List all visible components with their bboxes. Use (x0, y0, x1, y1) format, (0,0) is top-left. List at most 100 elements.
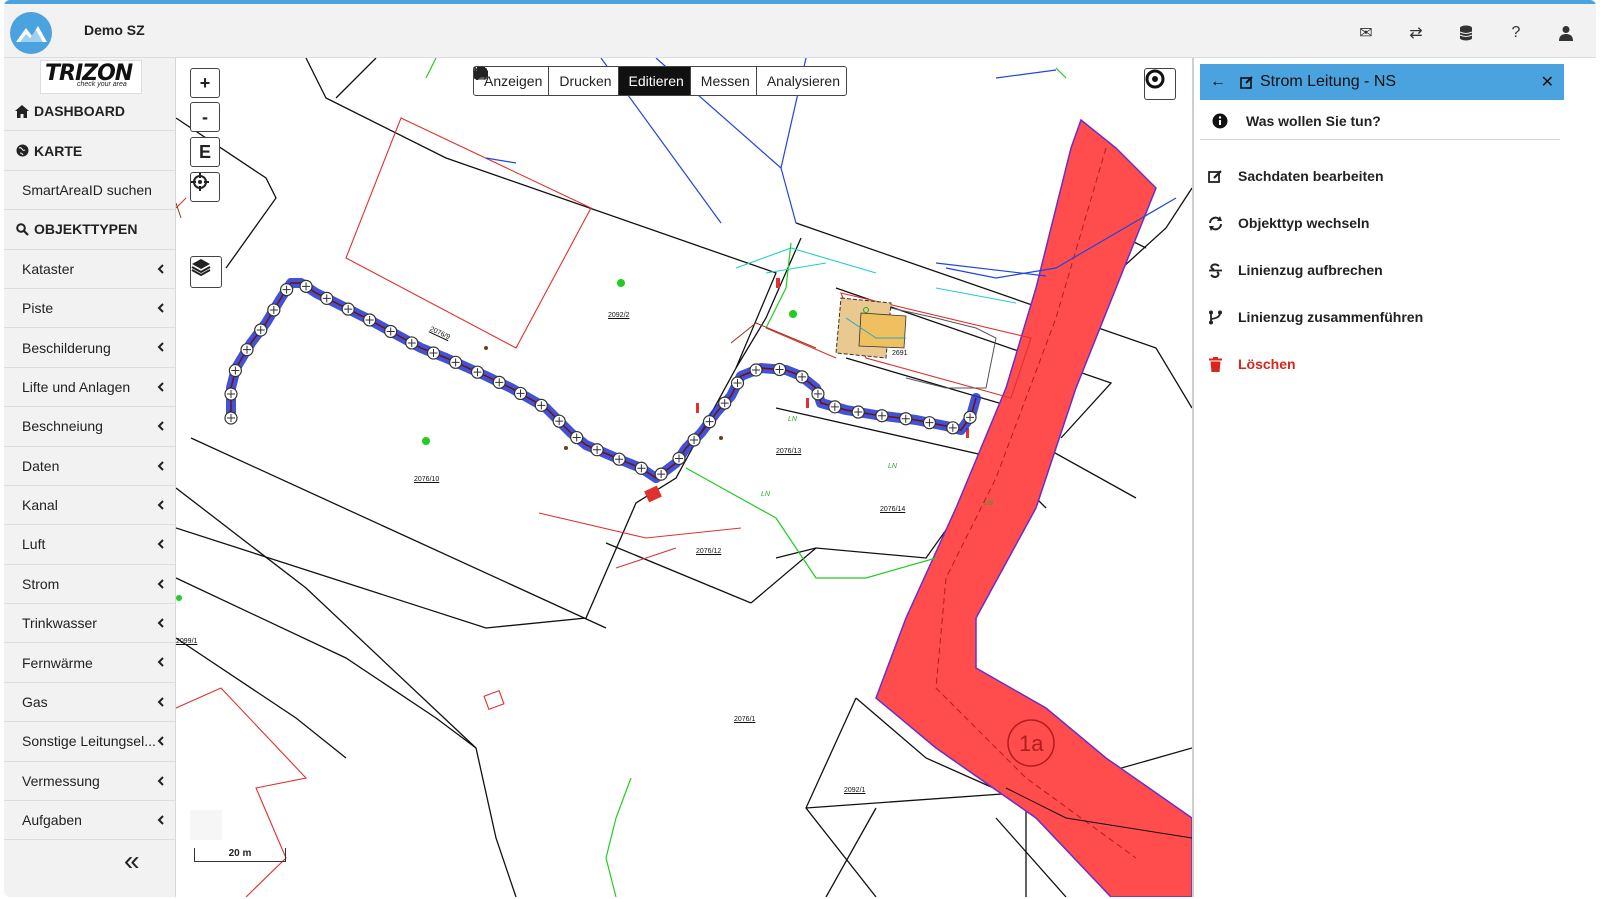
sidebar-item-label: Luft (22, 536, 46, 553)
locate-button[interactable] (190, 172, 220, 202)
database-icon[interactable] (1456, 24, 1476, 42)
sidebar-item-label: Gas (22, 694, 48, 711)
tool-messen-button[interactable]: Messen (474, 67, 757, 95)
sidebar-item-kanal[interactable]: Kanal (4, 486, 175, 526)
chevron-left-icon (157, 734, 165, 749)
sidebar-item-label: OBJEKTTYPEN (34, 221, 138, 238)
sidebar-item-label: Lifte und Anlagen (22, 378, 131, 395)
close-icon[interactable]: ✕ (1541, 72, 1554, 92)
home-icon (14, 104, 30, 118)
sidebar-item-label: Beschneiung (22, 418, 103, 435)
sidebar-item-dashboard[interactable]: DASHBOARD (4, 92, 175, 132)
sidebar-item-kataster[interactable]: Kataster (4, 250, 175, 289)
sidebar-item-karte[interactable]: KARTE (4, 131, 175, 171)
search-icon (14, 223, 30, 236)
record-button[interactable] (1144, 68, 1176, 100)
sidebar-item-piste[interactable]: Piste (4, 289, 175, 329)
sidebar-item-label: Strom (22, 575, 60, 592)
target-icon (1145, 69, 1165, 89)
trash-icon (1206, 356, 1224, 372)
tool-analysieren-button[interactable]: Analysieren (474, 67, 846, 95)
zoom-in-button[interactable]: + (190, 68, 220, 98)
action-sachdaten-bearbeiten[interactable]: Sachdaten bearbeiten (1206, 161, 1384, 191)
globe-icon (14, 144, 30, 157)
sidebar-item-smartareaid-suchen[interactable]: SmartAreaID suchen (4, 171, 175, 211)
sidebar-item-beschneiung[interactable]: Beschneiung (4, 407, 175, 447)
tool-editieren-button[interactable]: Editieren (475, 67, 691, 95)
action-label: Löschen (1238, 356, 1296, 372)
action-löschen[interactable]: Löschen (1206, 349, 1296, 379)
zoom-extent-button[interactable]: E (190, 137, 220, 167)
action-label: Sachdaten bearbeiten (1238, 168, 1384, 184)
sidebar-item-trinkwasser[interactable]: Trinkwasser (4, 604, 175, 644)
sidebar-nav: DASHBOARD KARTE SmartAreaID suchen OBJEKTTY… (4, 92, 175, 841)
arrow-left-icon[interactable]: ← (1210, 73, 1226, 91)
envelope-icon[interactable]: ✉ (1356, 24, 1376, 42)
layers-icon (191, 259, 211, 277)
parcel-label: 2076/10 (414, 476, 440, 483)
sidebar-item-strom[interactable]: Strom (4, 565, 175, 605)
action-objekttyp-wechseln[interactable]: Objekttyp wechseln (1206, 208, 1369, 238)
layers-button[interactable] (190, 256, 222, 288)
help-icon[interactable]: ? (1506, 24, 1526, 42)
panel-title: Strom Leitung - NS (1260, 73, 1397, 90)
sidebar-item-label: Fernwärme (22, 654, 93, 671)
tool-label: Anzeigen (484, 73, 543, 89)
sidebar-item-label: DASHBOARD (34, 103, 125, 120)
parcel-label: 2691 (892, 350, 908, 357)
app-logo-icon[interactable] (10, 12, 52, 54)
sidebar-item-label: Daten (22, 457, 60, 474)
sidebar-item-gas[interactable]: Gas (4, 683, 175, 723)
parcel-label: 2076/12 (696, 548, 722, 555)
chevron-left-icon (157, 459, 165, 474)
sidebar-item-objekttypen[interactable]: OBJEKTTYPEN (4, 210, 175, 250)
zoom-out-button[interactable]: - (190, 102, 220, 132)
app-title: Demo SZ (84, 22, 145, 38)
top-bar: Demo SZ ✉ ⇄ ? (4, 0, 1596, 58)
line-label: LN (761, 491, 770, 498)
sidebar-item-luft[interactable]: Luft (4, 525, 175, 565)
sidebar-item-vermessung[interactable]: Vermessung (4, 762, 175, 802)
parcel-label: 2092/2 (608, 312, 630, 319)
sidebar-item-label: Kanal (22, 497, 58, 514)
chevron-left-icon (157, 655, 165, 670)
sidebar-item-label: SmartAreaID suchen (22, 181, 152, 198)
chevron-left-icon (157, 695, 165, 710)
brand-tagline: check your area (77, 81, 127, 88)
line-label: LN (788, 416, 797, 423)
sidebar-item-lifte-und-anlagen[interactable]: Lifte und Anlagen (4, 368, 175, 408)
sidebar-item-label: Aufgaben (22, 812, 82, 829)
chevron-left-icon (157, 340, 165, 355)
collapse-sidebar-icon[interactable]: « (124, 845, 140, 877)
refresh-icon (1206, 215, 1224, 231)
action-linienzug-aufbrechen[interactable]: Linienzug aufbrechen (1206, 255, 1383, 285)
swap-icon[interactable]: ⇄ (1406, 24, 1426, 42)
tool-label: Analysieren (766, 73, 840, 89)
sidebar: TRIZON check your area DASHBOARD KARTE Sma… (4, 58, 176, 897)
sidebar-item-label: Kataster (22, 260, 75, 277)
action-linienzug-zusammenführen[interactable]: Linienzug zusammenführen (1206, 302, 1423, 332)
sidebar-item-label: Sonstige Leitungsel... (22, 733, 156, 750)
sidebar-item-beschilderung[interactable]: Beschilderung (4, 328, 175, 368)
map-canvas[interactable]: 1a 2092/2 2076/9 2076/10 2076/13 2076/14… (176, 58, 1194, 897)
map-toolbar: Anzeigen Drucken Editieren Messen Analysiere… (473, 66, 847, 96)
brand-logo: TRIZON check your area (40, 60, 142, 94)
sidebar-item-daten[interactable]: Daten (4, 447, 175, 486)
action-label: Objekttyp wechseln (1238, 215, 1370, 231)
tool-label: Drucken (559, 73, 612, 89)
parcel-label: 2076/14 (880, 506, 906, 513)
tool-label: Messen (700, 73, 750, 89)
sidebar-item-label: Piste (22, 300, 54, 317)
panel-title-wrap: Strom Leitung - NS (1240, 73, 1541, 91)
sidebar-item-aufgaben[interactable]: Aufgaben (4, 801, 175, 841)
sidebar-item-sonstige-leitungsel[interactable]: Sonstige Leitungsel... (4, 722, 175, 762)
edit-icon (1206, 169, 1224, 184)
chevron-left-icon (157, 301, 165, 316)
chevron-left-icon (157, 419, 165, 434)
action-label: Linienzug aufbrechen (1238, 262, 1383, 278)
line-label: LN (888, 463, 897, 470)
sidebar-item-fernwärme[interactable]: Fernwärme (4, 643, 175, 683)
tool-drucken-button[interactable]: Drucken (474, 67, 619, 95)
user-icon[interactable] (1556, 24, 1576, 42)
chevron-left-icon (157, 537, 165, 552)
